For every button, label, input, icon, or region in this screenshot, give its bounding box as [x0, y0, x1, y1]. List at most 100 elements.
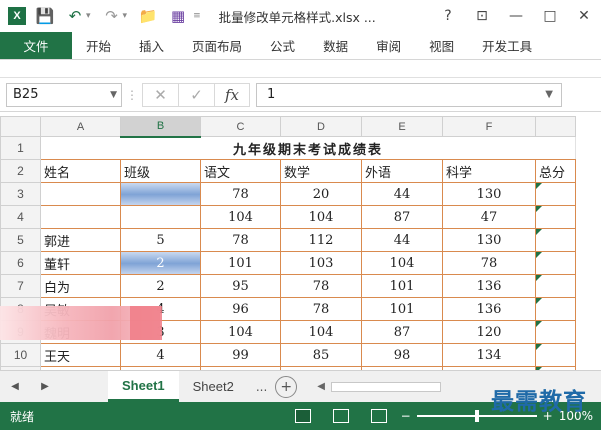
- cell-math[interactable]: 85: [280, 343, 362, 367]
- column-header-f[interactable]: F: [442, 116, 536, 137]
- tab-view[interactable]: 视图: [415, 32, 468, 59]
- sheet-tab-sheet2[interactable]: Sheet2: [179, 371, 248, 402]
- zoom-thumb[interactable]: [474, 410, 479, 422]
- save-icon[interactable]: 💾: [36, 7, 55, 25]
- cell-name[interactable]: 白为: [40, 274, 121, 298]
- cell-science[interactable]: 120: [442, 320, 536, 344]
- cell-name[interactable]: [40, 205, 121, 229]
- tab-formulas[interactable]: 公式: [256, 32, 309, 59]
- cell-class[interactable]: 4: [120, 343, 201, 367]
- undo-icon[interactable]: ↶: [66, 7, 84, 25]
- minimize-button[interactable]: —: [499, 8, 533, 24]
- cell-class[interactable]: [120, 205, 201, 229]
- sheet-title-cell[interactable]: 九年级期末考试成绩表: [40, 136, 576, 160]
- column-header-g[interactable]: [535, 116, 576, 137]
- cell-chinese[interactable]: 78: [200, 182, 281, 206]
- cell-class[interactable]: 5: [120, 228, 201, 252]
- cell-total[interactable]: [535, 182, 576, 206]
- row-header[interactable]: 3: [0, 182, 41, 206]
- cell-science[interactable]: 134: [442, 343, 536, 367]
- cancel-button[interactable]: ✕: [142, 82, 178, 107]
- cell-total[interactable]: [535, 205, 576, 229]
- scroll-left-arrow-icon[interactable]: ◀: [317, 381, 325, 392]
- cell-math[interactable]: 112: [280, 228, 362, 252]
- cell-total[interactable]: [535, 297, 576, 321]
- cell-math[interactable]: 103: [280, 251, 362, 275]
- cell-name[interactable]: 王天: [40, 343, 121, 367]
- column-header-c[interactable]: C: [200, 116, 281, 137]
- header-cell-total[interactable]: 总分: [535, 159, 576, 183]
- column-header-e[interactable]: E: [361, 116, 443, 137]
- row-header[interactable]: 5: [0, 228, 41, 252]
- cell-chinese[interactable]: 104: [200, 320, 281, 344]
- normal-view-icon[interactable]: [294, 409, 311, 423]
- cell-math[interactable]: 20: [280, 182, 362, 206]
- enter-button[interactable]: ✓: [178, 82, 214, 107]
- cell-name[interactable]: 董轩: [40, 251, 121, 275]
- header-cell-science[interactable]: 科学: [442, 159, 536, 183]
- cell-total[interactable]: [535, 274, 576, 298]
- cell-class[interactable]: 2: [120, 251, 201, 275]
- header-cell-class[interactable]: 班级: [120, 159, 201, 183]
- print-preview-icon[interactable]: ▦: [169, 7, 187, 25]
- column-header-a[interactable]: A: [40, 116, 121, 137]
- cell-foreign-language[interactable]: 44: [361, 228, 443, 252]
- cell-class[interactable]: 2: [120, 274, 201, 298]
- tab-data[interactable]: 数据: [309, 32, 362, 59]
- redo-dropdown-icon[interactable]: ▾: [123, 11, 128, 21]
- scroll-right-icon[interactable]: ▶: [30, 371, 60, 402]
- cell-foreign-language[interactable]: 87: [361, 205, 443, 229]
- cell-total[interactable]: [535, 320, 576, 344]
- close-button[interactable]: ✕: [567, 8, 601, 24]
- column-header-b[interactable]: B: [120, 116, 201, 138]
- row-header[interactable]: 7: [0, 274, 41, 298]
- cell-science[interactable]: 136: [442, 297, 536, 321]
- row-header[interactable]: 10: [0, 343, 41, 367]
- header-cell-math[interactable]: 数学: [280, 159, 362, 183]
- cell-total[interactable]: [535, 343, 576, 367]
- tab-review[interactable]: 审阅: [362, 32, 415, 59]
- tab-developer[interactable]: 开发工具: [468, 32, 546, 59]
- help-button[interactable]: ?: [431, 8, 465, 24]
- cell-foreign-language[interactable]: 98: [361, 343, 443, 367]
- redo-icon[interactable]: ↷: [103, 7, 121, 25]
- worksheet-grid[interactable]: A B C D E F 1 九年级期末考试成绩表 2 姓名 班级 语文 数学 外…: [0, 116, 601, 370]
- restore-button[interactable]: □: [533, 8, 567, 24]
- cell-science[interactable]: 47: [442, 205, 536, 229]
- tab-page-layout[interactable]: 页面布局: [178, 32, 256, 59]
- open-folder-icon[interactable]: 📁: [139, 7, 158, 25]
- more-sheets-button[interactable]: ...: [248, 371, 275, 402]
- insert-function-button[interactable]: fx: [214, 82, 250, 107]
- cell-foreign-language[interactable]: 101: [361, 297, 443, 321]
- cell-chinese[interactable]: 101: [200, 251, 281, 275]
- row-header[interactable]: 6: [0, 251, 41, 275]
- cell-chinese[interactable]: 104: [200, 205, 281, 229]
- cell-chinese[interactable]: 78: [200, 228, 281, 252]
- undo-dropdown-icon[interactable]: ▾: [86, 11, 91, 21]
- cell-name[interactable]: [40, 182, 121, 206]
- page-layout-view-icon[interactable]: [332, 409, 349, 423]
- cell-math[interactable]: 104: [280, 205, 362, 229]
- cell-science[interactable]: 136: [442, 274, 536, 298]
- zoom-out-button[interactable]: −: [401, 409, 411, 423]
- header-cell-name[interactable]: 姓名: [40, 159, 121, 183]
- row-header[interactable]: 2: [0, 159, 41, 183]
- cell-chinese[interactable]: 95: [200, 274, 281, 298]
- cell-name[interactable]: 郭进: [40, 228, 121, 252]
- formula-input[interactable]: 1 ▼: [256, 82, 562, 107]
- cell-foreign-language[interactable]: 44: [361, 182, 443, 206]
- cell-science[interactable]: 130: [442, 228, 536, 252]
- ribbon-options-button[interactable]: ⊡: [465, 8, 499, 24]
- cell-class[interactable]: [120, 182, 201, 206]
- header-cell-chinese[interactable]: 语文: [200, 159, 281, 183]
- row-header[interactable]: 4: [0, 205, 41, 229]
- cell-science[interactable]: 78: [442, 251, 536, 275]
- tab-file[interactable]: 文件: [0, 32, 72, 59]
- sheet-tab-sheet1[interactable]: Sheet1: [108, 371, 179, 402]
- horizontal-scrollbar[interactable]: ◀: [317, 371, 441, 402]
- column-header-d[interactable]: D: [280, 116, 362, 137]
- tab-home[interactable]: 开始: [72, 32, 125, 59]
- header-cell-foreign-language[interactable]: 外语: [361, 159, 443, 183]
- cell-chinese[interactable]: 96: [200, 297, 281, 321]
- chevron-down-icon[interactable]: ▼: [110, 90, 117, 100]
